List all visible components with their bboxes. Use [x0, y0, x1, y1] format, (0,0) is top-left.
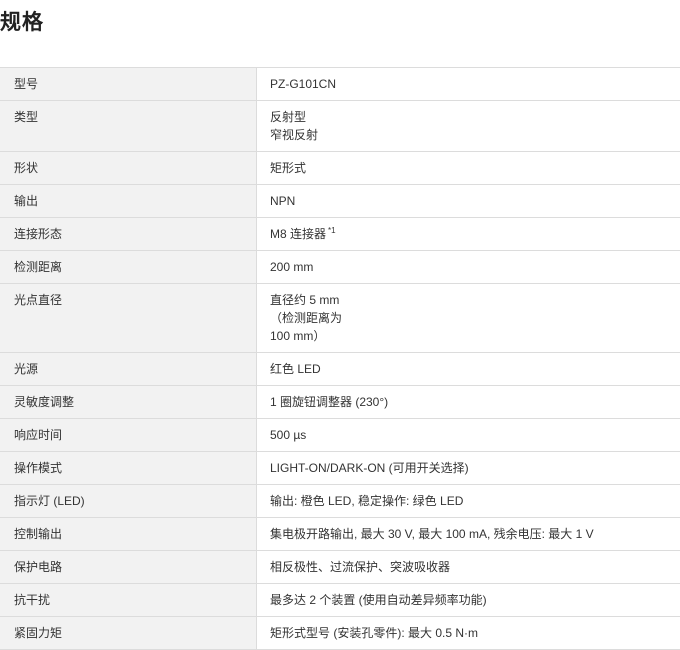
spec-row: 控制输出 集电极开路输出, 最大 30 V, 最大 100 mA, 残余电压: 最…	[0, 518, 680, 551]
spec-value: 矩形式型号 (安装孔零件): 最大 0.5 N·m	[257, 617, 680, 649]
spec-label: 光点直径	[0, 284, 257, 352]
page-title: 规格	[0, 11, 44, 34]
spec-label: 输出	[0, 185, 257, 217]
spec-value-text: 相反极性、过流保护、突波吸收器	[270, 560, 451, 574]
spec-row: 紧固力矩 矩形式型号 (安装孔零件): 最大 0.5 N·m	[0, 617, 680, 650]
spec-label: 紧固力矩	[0, 617, 257, 649]
spec-value: M8 连接器 *1	[257, 218, 680, 250]
spec-row: 输出 NPN	[0, 185, 680, 218]
spec-value: 1 圈旋钮调整器 (230°)	[257, 386, 680, 418]
spec-label: 灵敏度调整	[0, 386, 257, 418]
spec-value-text: 集电极开路输出, 最大 30 V, 最大 100 mA, 残余电压: 最大 1 …	[270, 527, 594, 541]
spec-value-line: 最多达 2 个装置 (使用自动差异频率功能)	[270, 591, 680, 609]
spec-value-line: M8 连接器 *1	[270, 225, 680, 243]
spec-value-line: PZ-G101CN	[270, 75, 680, 93]
spec-value-line: 窄视反射	[270, 126, 680, 144]
spec-value: PZ-G101CN	[257, 68, 680, 100]
spec-value: 反射型 窄视反射	[257, 101, 680, 151]
spec-row: 连接形态 M8 连接器 *1	[0, 218, 680, 251]
spec-value-text: 红色 LED	[270, 362, 321, 376]
spec-label: 保护电路	[0, 551, 257, 583]
spec-row: 抗干扰 最多达 2 个装置 (使用自动差异频率功能)	[0, 584, 680, 617]
spec-label: 光源	[0, 353, 257, 385]
spec-label: 连接形态	[0, 218, 257, 250]
spec-value-text: 200 mm	[270, 260, 314, 274]
spec-label: 响应时间	[0, 419, 257, 451]
spec-value-text: 矩形式型号 (安装孔零件): 最大 0.5 N·m	[270, 626, 479, 640]
spec-value-text: 1 圈旋钮调整器 (230°)	[270, 395, 389, 409]
spec-value-text: LIGHT-ON/DARK-ON (可用开关选择)	[270, 461, 469, 475]
spec-value: LIGHT-ON/DARK-ON (可用开关选择)	[257, 452, 680, 484]
spec-value-line: 输出: 橙色 LED, 稳定操作: 绿色 LED	[270, 492, 680, 510]
spec-row: 光点直径 直径约 5 mm （检测距离为 100 mm）	[0, 284, 680, 353]
spec-value-line: 矩形式	[270, 159, 680, 177]
spec-value-line: 反射型	[270, 108, 680, 126]
spec-value-line: 200 mm	[270, 258, 680, 276]
spec-value-text: 直径约 5 mm	[270, 293, 340, 307]
spec-value-text: PZ-G101CN	[270, 77, 337, 91]
spec-value: 500 µs	[257, 419, 680, 451]
spec-table: 型号 PZ-G101CN 类型 反射型 窄视反射 形状 矩形式 输出 NPN 连接形态 M8 连接器…	[0, 67, 680, 650]
spec-value-text: 窄视反射	[270, 128, 319, 142]
spec-label: 类型	[0, 101, 257, 151]
spec-value-line: 100 mm）	[270, 327, 680, 345]
spec-value-text: 输出: 橙色 LED, 稳定操作: 绿色 LED	[270, 494, 464, 508]
spec-row: 指示灯 (LED) 输出: 橙色 LED, 稳定操作: 绿色 LED	[0, 485, 680, 518]
spec-value-text: NPN	[270, 194, 296, 208]
spec-value: 相反极性、过流保护、突波吸收器	[257, 551, 680, 583]
spec-value: 集电极开路输出, 最大 30 V, 最大 100 mA, 残余电压: 最大 1 …	[257, 518, 680, 550]
spec-row: 灵敏度调整 1 圈旋钮调整器 (230°)	[0, 386, 680, 419]
spec-row: 光源 红色 LED	[0, 353, 680, 386]
spec-value: NPN	[257, 185, 680, 217]
spec-value-line: 直径约 5 mm	[270, 291, 680, 309]
spec-value-text: M8 连接器	[270, 227, 327, 241]
spec-row: 检测距离 200 mm	[0, 251, 680, 284]
footnote-marker: *1	[328, 226, 336, 235]
spec-row: 操作模式 LIGHT-ON/DARK-ON (可用开关选择)	[0, 452, 680, 485]
spec-value-line: （检测距离为	[270, 309, 680, 327]
spec-row: 类型 反射型窄视反射	[0, 101, 680, 152]
spec-value-line: NPN	[270, 192, 680, 210]
spec-row: 响应时间 500 µs	[0, 419, 680, 452]
spec-value-line: 集电极开路输出, 最大 30 V, 最大 100 mA, 残余电压: 最大 1 …	[270, 525, 680, 543]
spec-value-text: 反射型	[270, 110, 307, 124]
spec-value-line: 500 µs	[270, 426, 680, 444]
spec-value-text: 100 mm）	[270, 329, 326, 343]
spec-value: 最多达 2 个装置 (使用自动差异频率功能)	[257, 584, 680, 616]
spec-value: 输出: 橙色 LED, 稳定操作: 绿色 LED	[257, 485, 680, 517]
spec-value-line: 红色 LED	[270, 360, 680, 378]
spec-label: 控制输出	[0, 518, 257, 550]
spec-value-line: 1 圈旋钮调整器 (230°)	[270, 393, 680, 411]
spec-value: 直径约 5 mm （检测距离为 100 mm）	[257, 284, 680, 352]
spec-label: 型号	[0, 68, 257, 100]
spec-value-line: 矩形式型号 (安装孔零件): 最大 0.5 N·m	[270, 624, 680, 642]
spec-row: 保护电路 相反极性、过流保护、突波吸收器	[0, 551, 680, 584]
spec-value: 200 mm	[257, 251, 680, 283]
spec-value: 矩形式	[257, 152, 680, 184]
spec-value-line: 相反极性、过流保护、突波吸收器	[270, 558, 680, 576]
spec-value-text: （检测距离为	[270, 311, 343, 325]
spec-value: 红色 LED	[257, 353, 680, 385]
spec-value-text: 最多达 2 个装置 (使用自动差异频率功能)	[270, 593, 487, 607]
spec-row: 型号 PZ-G101CN	[0, 68, 680, 101]
spec-label: 指示灯 (LED)	[0, 485, 257, 517]
spec-label: 操作模式	[0, 452, 257, 484]
spec-value-line: LIGHT-ON/DARK-ON (可用开关选择)	[270, 459, 680, 477]
spec-label: 检测距离	[0, 251, 257, 283]
spec-label: 抗干扰	[0, 584, 257, 616]
spec-row: 形状 矩形式	[0, 152, 680, 185]
spec-value-text: 500 µs	[270, 428, 307, 442]
spec-value-text: 矩形式	[270, 161, 307, 175]
spec-label: 形状	[0, 152, 257, 184]
